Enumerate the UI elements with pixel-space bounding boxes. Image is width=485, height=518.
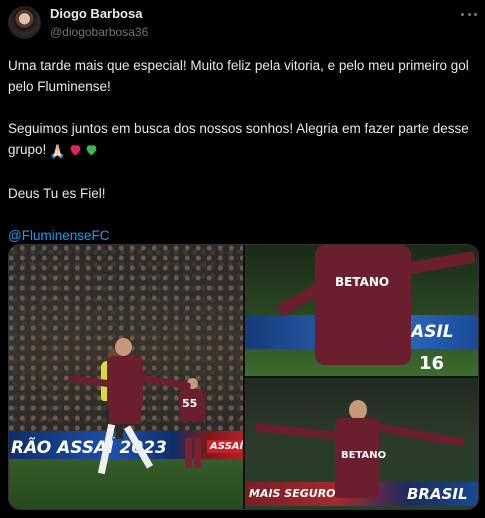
avatar[interactable]: [8, 6, 41, 39]
sponsor-text: BETANO: [335, 275, 390, 289]
photo-celebration-crowd[interactable]: RÃO ASSAÍ 2023 ASSAÍ 55: [9, 245, 243, 509]
board-text: MAIS SEGURO: [249, 487, 336, 500]
player-number: 16: [419, 353, 445, 374]
mention-link[interactable]: @FluminenseFC: [8, 228, 109, 243]
ad-board: RÃO ASSAÍ 2023 ASSAÍ: [9, 431, 243, 461]
board-badge: ASSAÍ: [207, 440, 243, 453]
tweet-paragraph-1: Uma tarde mais que especial! Muito feliz…: [8, 58, 469, 94]
green-heart-emoji: [85, 141, 98, 162]
tweet-header: Diogo Barbosa @diogobarbosa36: [8, 5, 477, 41]
folded-hands-emoji: 🙏🏻: [49, 144, 67, 159]
player-number: 55: [182, 397, 198, 410]
media-grid: RÃO ASSAÍ 2023 ASSAÍ 55 BRASIL BETANO 16…: [8, 244, 479, 510]
photo-number-16[interactable]: BRASIL BETANO 16: [245, 245, 478, 376]
board-text-2: BRASIL: [407, 485, 468, 503]
tweet-paragraph-2: Seguimos juntos em busca dos nossos sonh…: [8, 118, 477, 162]
photo-arms-wide[interactable]: MAIS SEGURO BRASIL BETANO: [245, 378, 478, 509]
red-heart-emoji: [69, 141, 82, 162]
tweet-text: Uma tarde mais que especial! Muito feliz…: [8, 55, 477, 246]
tweet-paragraph-3: Deus Tu es Fiel!: [8, 186, 106, 201]
author-display-name[interactable]: Diogo Barbosa: [50, 6, 148, 22]
more-icon[interactable]: [461, 8, 477, 20]
author-names: Diogo Barbosa @diogobarbosa36: [50, 6, 148, 40]
author-handle[interactable]: @diogobarbosa36: [50, 24, 148, 40]
sponsor-text: BETANO: [341, 450, 387, 461]
